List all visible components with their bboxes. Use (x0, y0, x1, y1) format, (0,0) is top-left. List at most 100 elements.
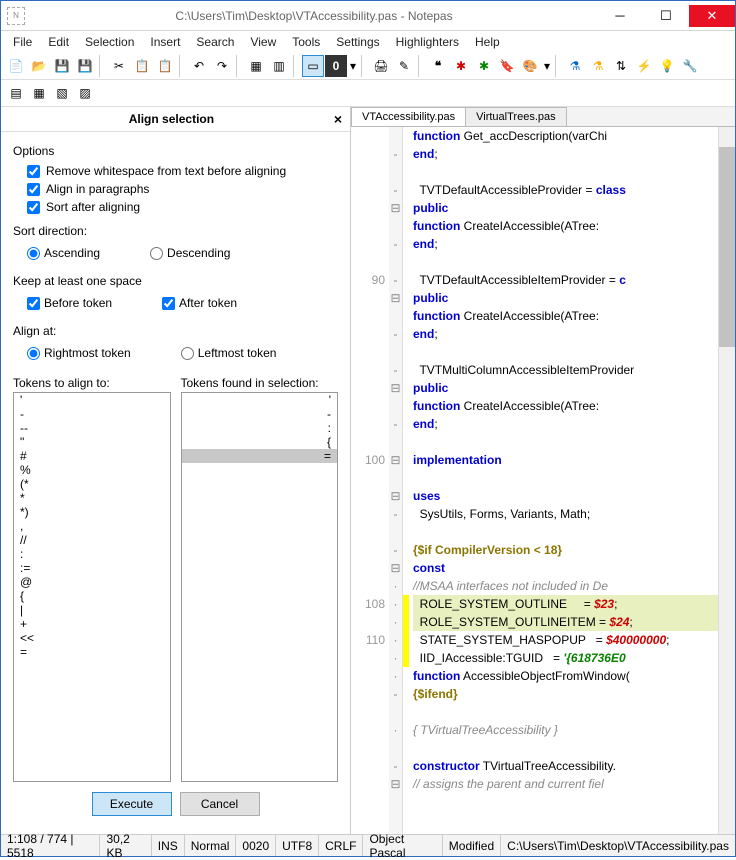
radio-rightmost[interactable]: Rightmost token (27, 346, 131, 360)
menu-insert[interactable]: Insert (142, 33, 188, 51)
palette-icon[interactable]: 🎨 (519, 55, 541, 77)
vertical-scrollbar[interactable] (718, 127, 735, 834)
list-item[interactable]: " (14, 435, 170, 449)
opt-sort-after[interactable]: Sort after aligning (27, 200, 338, 214)
panel-close-icon[interactable]: × (334, 111, 342, 127)
list-item[interactable]: -- (14, 421, 170, 435)
menu-view[interactable]: View (242, 33, 284, 51)
list-item[interactable]: { (14, 589, 170, 603)
alignat-label: Align at: (13, 324, 338, 338)
tokens-list[interactable]: '---"#%(***),//::=@{|+<<= (13, 392, 171, 782)
filter1-icon[interactable]: ⚗ (564, 55, 586, 77)
sort-icon[interactable]: ⇅ (610, 55, 632, 77)
t2c-icon[interactable]: ▧ (51, 82, 73, 104)
hl1-icon[interactable]: ✱ (450, 55, 472, 77)
list-item[interactable]: ' (182, 393, 338, 407)
maximize-button[interactable]: ☐ (643, 5, 689, 27)
status-mode: Normal (185, 835, 237, 856)
bulb-icon[interactable]: 💡 (656, 55, 678, 77)
list-item[interactable]: % (14, 463, 170, 477)
fold-gutter[interactable]: --⊟--⊟--⊟-⊟⊟--⊟······-·-⊟ (389, 127, 403, 834)
wand-icon[interactable]: ⚡ (633, 55, 655, 77)
open-icon[interactable]: 📂 (28, 55, 50, 77)
status-modified: Modified (443, 835, 501, 856)
found-list[interactable]: '-:{= (181, 392, 339, 782)
status-insert: INS (152, 835, 185, 856)
list-item[interactable]: @ (14, 575, 170, 589)
found-label: Tokens found in selection: (181, 376, 339, 390)
keep-label: Keep at least one space (13, 274, 338, 288)
list-item[interactable]: := (14, 561, 170, 575)
chk-after-token[interactable]: After token (162, 296, 237, 310)
list-item[interactable]: : (182, 421, 338, 435)
redo-icon[interactable]: ↷ (211, 55, 233, 77)
menu-search[interactable]: Search (188, 33, 242, 51)
execute-button[interactable]: Execute (92, 792, 172, 816)
menu-help[interactable]: Help (467, 33, 508, 51)
tab-1[interactable]: VirtualTrees.pas (465, 107, 566, 126)
opt-align-paragraphs[interactable]: Align in paragraphs (27, 182, 338, 196)
t2d-icon[interactable]: ▨ (74, 82, 96, 104)
list-item[interactable]: (* (14, 477, 170, 491)
hl2-icon[interactable]: ✱ (473, 55, 495, 77)
grid-icon[interactable]: ▦ (245, 55, 267, 77)
zero-icon[interactable]: 0 (325, 55, 347, 77)
cut-icon[interactable]: ✂ (108, 55, 130, 77)
opt-remove-whitespace[interactable]: Remove whitespace from text before align… (27, 164, 338, 178)
code-view[interactable]: 90100108110 --⊟--⊟--⊟-⊟⊟--⊟······-·-⊟ fu… (351, 127, 735, 834)
menu-selection[interactable]: Selection (77, 33, 142, 51)
print-icon[interactable]: 🖨 (370, 55, 392, 77)
source-text[interactable]: function Get_accDescription(varChi end; … (409, 127, 718, 834)
dropdown-icon[interactable]: ▾ (348, 55, 358, 77)
undo-icon[interactable]: ↶ (188, 55, 210, 77)
new-icon[interactable]: 📄 (5, 55, 27, 77)
close-button[interactable]: ✕ (689, 5, 735, 27)
list-item[interactable]: - (14, 407, 170, 421)
list-item[interactable]: * (14, 491, 170, 505)
list-item[interactable]: *) (14, 505, 170, 519)
filter2-icon[interactable]: ⚗ (587, 55, 609, 77)
align-panel: Align selection × Options Remove whitesp… (1, 107, 351, 834)
list-item[interactable]: { (182, 435, 338, 449)
tab-0[interactable]: VTAccessibility.pas (351, 107, 466, 126)
list-item[interactable]: | (14, 603, 170, 617)
menu-file[interactable]: File (5, 33, 40, 51)
saveall-icon[interactable]: 💾 (74, 55, 96, 77)
t2a-icon[interactable]: ▤ (5, 82, 27, 104)
menu-edit[interactable]: Edit (40, 33, 77, 51)
edit-icon[interactable]: ✎ (393, 55, 415, 77)
quote-icon[interactable]: ❝ (427, 55, 449, 77)
list-item[interactable]: - (182, 407, 338, 421)
list-item[interactable]: , (14, 519, 170, 533)
dropdown2-icon[interactable]: ▾ (542, 55, 552, 77)
list-item[interactable]: : (14, 547, 170, 561)
status-codepoint: 0020 (236, 835, 276, 856)
t2b-icon[interactable]: ▦ (28, 82, 50, 104)
cancel-button[interactable]: Cancel (180, 792, 260, 816)
list-item[interactable]: << (14, 631, 170, 645)
chk-before-token[interactable]: Before token (27, 296, 112, 310)
menu-settings[interactable]: Settings (328, 33, 387, 51)
status-size: 30,2 KB (100, 835, 151, 856)
list-item[interactable]: # (14, 449, 170, 463)
minimize-button[interactable]: ─ (597, 5, 643, 27)
menu-tools[interactable]: Tools (284, 33, 328, 51)
radio-ascending[interactable]: Ascending (27, 246, 100, 260)
menu-highlighters[interactable]: Highlighters (388, 33, 467, 51)
select-icon[interactable]: ▭ (302, 55, 324, 77)
list-item[interactable]: + (14, 617, 170, 631)
block-icon[interactable]: ▥ (268, 55, 290, 77)
list-item[interactable]: = (14, 645, 170, 659)
list-item[interactable]: = (182, 449, 338, 463)
radio-leftmost[interactable]: Leftmost token (181, 346, 277, 360)
copy-icon[interactable]: 📋 (131, 55, 153, 77)
options-label: Options (13, 144, 338, 158)
wrench-icon[interactable]: 🔧 (679, 55, 701, 77)
paste-icon[interactable]: 📋 (154, 55, 176, 77)
radio-descending[interactable]: Descending (150, 246, 230, 260)
list-item[interactable]: // (14, 533, 170, 547)
list-item[interactable]: ' (14, 393, 170, 407)
save-icon[interactable]: 💾 (51, 55, 73, 77)
bookmark-icon[interactable]: 🔖 (496, 55, 518, 77)
toolbar2: ▤ ▦ ▧ ▨ (1, 80, 735, 107)
